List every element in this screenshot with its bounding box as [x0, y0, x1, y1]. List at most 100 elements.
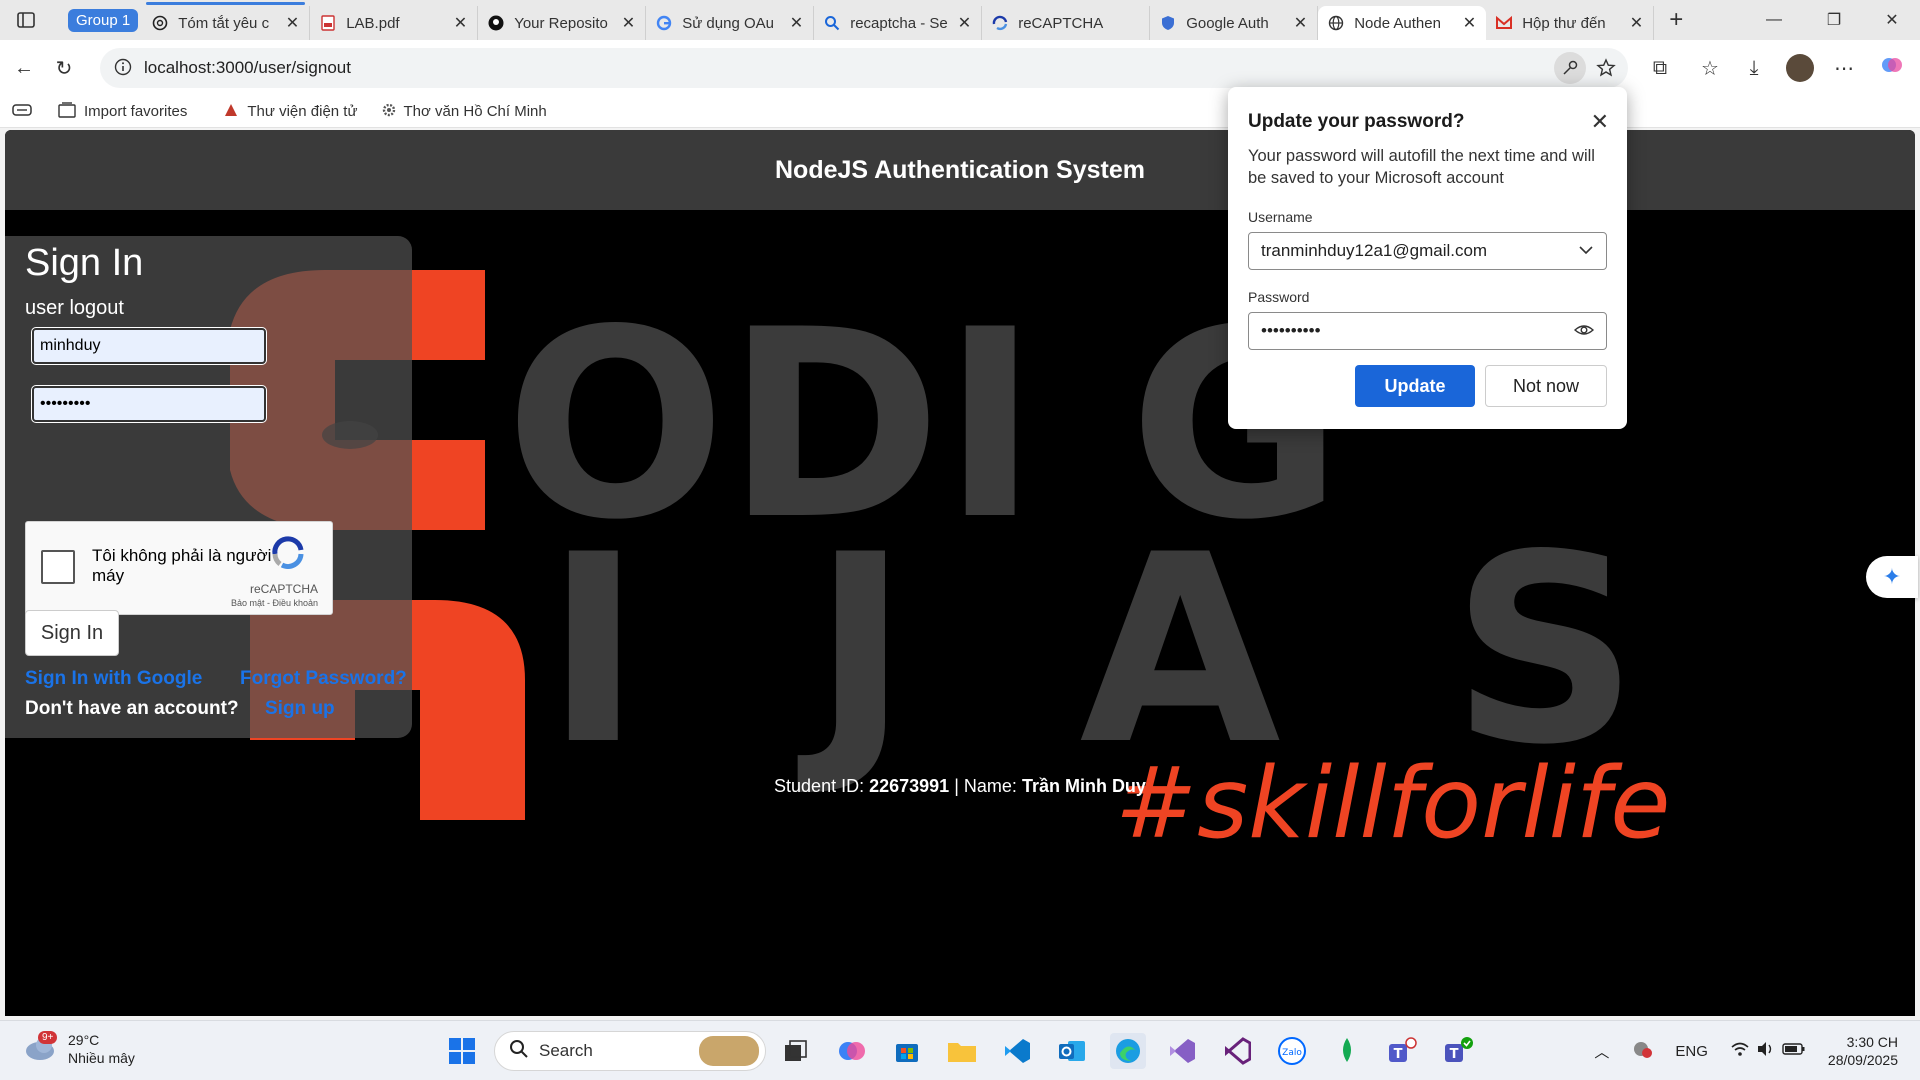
visual-studio-app[interactable] [1164, 1033, 1200, 1069]
copilot-button[interactable] [1872, 48, 1912, 88]
signin-card: Sign In user logout minhduy ••••••••• Tô… [5, 236, 412, 738]
search-placeholder: Search [539, 1041, 593, 1060]
close-tab-icon[interactable]: ✕ [622, 13, 635, 33]
site-title: NodeJS Authentication System [775, 155, 1145, 184]
favorites-button[interactable]: ☆ [1690, 48, 1730, 88]
show-hidden-icons-chevron-icon[interactable]: ︿ [1594, 1041, 1609, 1062]
weather-widget[interactable]: 9+ 29°C Nhiều mây [22, 1030, 135, 1067]
store-app[interactable] [889, 1033, 925, 1069]
student-info: Student ID: 22673991 | Name: Trần Minh D… [5, 776, 1915, 797]
tab-chatgpt[interactable]: Tóm tắt yêu c ✕ [142, 2, 311, 40]
tab-recaptcha-search[interactable]: recaptcha - Se ✕ [814, 6, 983, 40]
language-indicator[interactable]: ENG [1675, 1043, 1708, 1060]
svg-text:T: T [1394, 1047, 1403, 1062]
zalo-app[interactable]: Zalo [1274, 1033, 1310, 1069]
minimize-button[interactable]: — [1746, 0, 1802, 40]
close-tab-icon[interactable]: ✕ [286, 13, 299, 33]
windows-icon [449, 1038, 475, 1064]
close-tab-icon[interactable]: ✕ [1294, 13, 1307, 33]
tab-node-auth[interactable]: Node Authen ✕ [1318, 6, 1487, 40]
favorite-poetry[interactable]: Thơ văn Hồ Chí Minh [382, 103, 547, 121]
battery-icon[interactable] [1782, 1042, 1806, 1060]
recaptcha-checkbox[interactable] [41, 550, 75, 584]
volume-icon[interactable] [1756, 1041, 1776, 1061]
address-bar[interactable]: localhost:3000/user/signout [100, 48, 1628, 88]
google-signin-link[interactable]: Sign In with Google [25, 668, 202, 690]
tab-gmail[interactable]: Hộp thư đến ✕ [1486, 6, 1655, 40]
username-label: Username [1248, 209, 1313, 225]
signup-link[interactable]: Sign up [265, 698, 335, 720]
tab-group-label[interactable]: Group 1 [68, 8, 139, 32]
edge-icon [1116, 1039, 1140, 1063]
wifi-icon[interactable] [1730, 1041, 1750, 1061]
favorite-library[interactable]: Thư viện điện tử [223, 102, 358, 122]
password-input[interactable]: ••••••••• [32, 386, 266, 422]
info-icon[interactable] [114, 58, 132, 79]
tab-recaptcha[interactable]: reCAPTCHA [982, 6, 1151, 40]
dialog-description: Your password will autofill the next tim… [1248, 147, 1595, 187]
close-window-button[interactable]: ✕ [1864, 0, 1920, 40]
forgot-password-link[interactable]: Forgot Password? [240, 668, 407, 690]
clock-time: 3:30 CH [1846, 1034, 1898, 1050]
refresh-button[interactable]: ↻ [44, 48, 84, 88]
profile-button[interactable] [1780, 48, 1820, 88]
refresh-icon: ↻ [55, 57, 73, 80]
teams-app[interactable]: T [1384, 1033, 1420, 1069]
chevron-down-icon[interactable] [1578, 242, 1594, 263]
security-icon[interactable] [1631, 1039, 1653, 1063]
start-button[interactable] [444, 1033, 480, 1069]
tab-actions-button[interactable] [4, 0, 48, 40]
favorite-star-icon[interactable] [1590, 52, 1622, 84]
settings-menu-button[interactable]: ⋯ [1824, 48, 1864, 88]
copilot-app[interactable] [834, 1033, 870, 1069]
recaptcha-links[interactable]: Bảo mật - Điều khoản [231, 598, 318, 608]
vscode-icon [1005, 1039, 1030, 1063]
mongodb-app[interactable] [1329, 1033, 1365, 1069]
recaptcha-label: Tôi không phải là người máy [92, 546, 272, 585]
tab-lab-pdf[interactable]: LAB.pdf ✕ [310, 6, 479, 40]
update-button[interactable]: Update [1355, 365, 1475, 407]
search-icon [509, 1039, 529, 1064]
teams-work-app[interactable]: T [1440, 1033, 1476, 1069]
close-tab-icon[interactable]: ✕ [1630, 13, 1643, 33]
file-explorer-app[interactable] [944, 1033, 980, 1069]
close-icon[interactable]: ✕ [1591, 109, 1609, 135]
eye-icon[interactable] [1573, 322, 1595, 343]
student-name: Trần Minh Duy [1021, 776, 1146, 796]
bg-tagline: #skillforlife [1115, 747, 1671, 861]
favorite-import[interactable]: Import favorites [58, 101, 187, 122]
extensions-button[interactable]: ⧉ [1640, 48, 1680, 88]
close-tab-icon[interactable]: ✕ [1463, 13, 1476, 33]
task-view-app[interactable] [778, 1033, 814, 1069]
sidebar-sparkle-button[interactable]: ✦ [1866, 556, 1918, 598]
url-text[interactable]: localhost:3000/user/signout [144, 58, 351, 78]
clock[interactable]: 3:30 CH 28/09/2025 [1828, 1033, 1898, 1069]
copilot-icon [1880, 53, 1904, 83]
close-tab-icon[interactable]: ✕ [454, 13, 467, 33]
password-key-icon[interactable] [1554, 52, 1586, 84]
outlook-app[interactable] [1054, 1033, 1090, 1069]
signin-button[interactable]: Sign In [25, 610, 119, 656]
restore-button[interactable]: ❐ [1806, 0, 1862, 40]
edge-app[interactable] [1110, 1033, 1146, 1069]
taskbar-search[interactable]: Search [494, 1031, 766, 1071]
search-highlight-image [699, 1036, 759, 1066]
not-now-button[interactable]: Not now [1485, 365, 1607, 407]
downloads-button[interactable]: ⤓ [1734, 48, 1774, 88]
visual-studio-2-app[interactable] [1219, 1033, 1255, 1069]
username-select[interactable]: tranminhduy12a1@gmail.com [1248, 232, 1607, 270]
new-tab-button[interactable]: + [1654, 0, 1698, 40]
tab-oauth[interactable]: Sử dụng OAu ✕ [646, 6, 815, 40]
reading-view-icon[interactable] [12, 102, 32, 122]
tab-github[interactable]: Your Reposito ✕ [478, 6, 647, 40]
dialog-title: Update your password? [1248, 111, 1465, 132]
username-input[interactable]: minhduy [32, 328, 266, 364]
back-button[interactable]: ← [4, 48, 44, 88]
vscode-app[interactable] [999, 1033, 1035, 1069]
tab-google-auth[interactable]: Google Auth ✕ [1150, 6, 1319, 40]
favorite-label: Thư viện điện tử [247, 103, 358, 120]
close-tab-icon[interactable]: ✕ [790, 13, 803, 33]
password-field[interactable]: •••••••••• [1248, 312, 1607, 350]
close-tab-icon[interactable]: ✕ [958, 13, 971, 33]
tab-title: Google Auth [1186, 14, 1269, 32]
